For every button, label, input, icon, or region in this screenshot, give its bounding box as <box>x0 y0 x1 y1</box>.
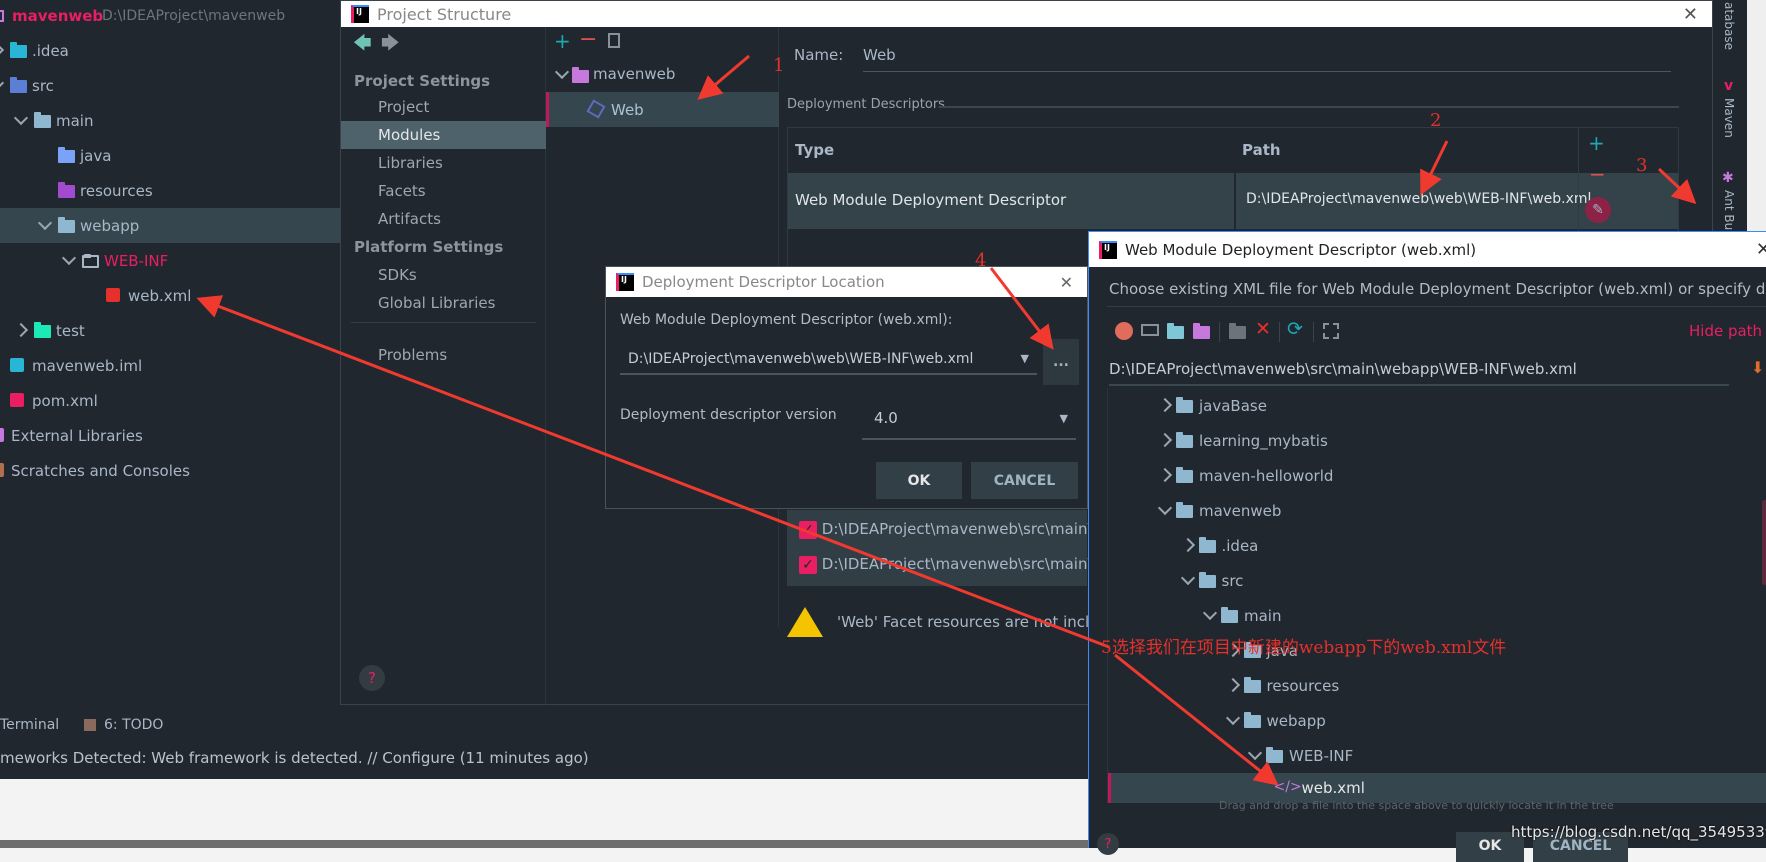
step-label-3: 3 <box>1636 155 1648 176</box>
step-5-note: 5选择我们在项目中新建的webapp下的web.xml文件 <box>1101 638 1507 658</box>
arrow-step-3 <box>1657 167 1697 205</box>
annotation-overlay <box>196 54 1697 786</box>
step-label-4: 4 <box>975 250 987 271</box>
step-label-1: 1 <box>773 55 785 76</box>
arrow-to-web-xml <box>196 295 1110 649</box>
arrow-step-5 <box>1114 653 1279 786</box>
arrow-step-1 <box>697 54 750 100</box>
arrow-step-4 <box>989 267 1054 350</box>
step-label-2: 2 <box>1430 110 1442 131</box>
arrow-step-2 <box>1420 140 1449 196</box>
